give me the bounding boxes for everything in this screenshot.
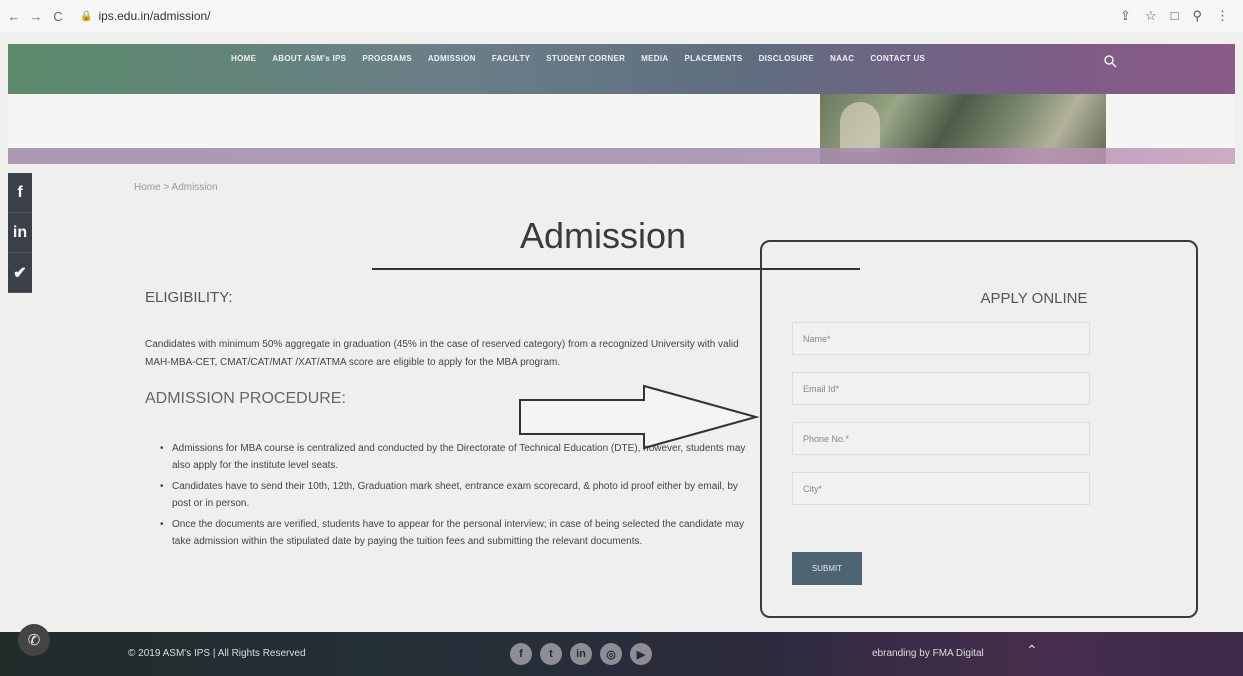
city-field[interactable]: City* bbox=[792, 472, 1090, 505]
form-title: APPLY ONLINE bbox=[980, 290, 1088, 307]
linkedin-icon[interactable]: in bbox=[570, 643, 592, 665]
reload-icon[interactable]: C bbox=[50, 9, 66, 24]
submit-button[interactable]: SUBMIT bbox=[792, 552, 862, 585]
email-field[interactable]: Email Id* bbox=[792, 372, 1090, 405]
procedure-list: Admissions for MBA course is centralized… bbox=[160, 440, 750, 554]
nav-item-naac[interactable]: NAAC bbox=[822, 54, 862, 63]
breadcrumb[interactable]: Home > Admission bbox=[134, 182, 218, 193]
procedure-heading: ADMISSION PROCEDURE: bbox=[145, 390, 346, 407]
bookmark-star-icon[interactable]: ☆ bbox=[1145, 8, 1157, 24]
main-nav: HOME ABOUT ASM's IPS PROGRAMS ADMISSION … bbox=[223, 54, 933, 63]
page-title: Admission bbox=[520, 215, 687, 256]
nav-item-disclosure[interactable]: DISCLOSURE bbox=[751, 54, 822, 63]
share-icon[interactable]: ⇪ bbox=[1120, 8, 1131, 24]
nav-item-contact[interactable]: CONTACT US bbox=[862, 54, 933, 63]
list-item: Once the documents are verified, student… bbox=[160, 516, 750, 550]
hero-banner bbox=[8, 94, 1235, 164]
facebook-icon[interactable]: f bbox=[510, 643, 532, 665]
site-header: HOME ABOUT ASM's IPS PROGRAMS ADMISSION … bbox=[8, 44, 1235, 94]
arrow-annotation-icon bbox=[519, 384, 760, 450]
nav-item-admission[interactable]: ADMISSION bbox=[420, 54, 484, 63]
nav-item-faculty[interactable]: FACULTY bbox=[484, 54, 538, 63]
whatsapp-icon[interactable]: ✆ bbox=[18, 624, 50, 656]
eligibility-heading: ELIGIBILITY: bbox=[145, 289, 233, 306]
footer-social: f t in ◎ ▶ bbox=[510, 643, 652, 665]
twitter-icon[interactable]: t bbox=[540, 643, 562, 665]
name-field[interactable]: Name* bbox=[792, 322, 1090, 355]
menu-icon[interactable]: ⋮ bbox=[1216, 8, 1229, 24]
eligibility-text: Candidates with minimum 50% aggregate in… bbox=[145, 339, 739, 368]
social-sidebar: f in ✔ bbox=[8, 173, 32, 293]
browser-actions: ⇪ ☆ □ ⚲ ⋮ bbox=[1120, 8, 1229, 24]
facebook-icon[interactable]: f bbox=[8, 173, 32, 213]
phone-field[interactable]: Phone No.* bbox=[792, 422, 1090, 455]
sidebar-icon[interactable]: □ bbox=[1171, 8, 1179, 24]
profile-icon[interactable]: ⚲ bbox=[1192, 8, 1202, 24]
copyright-text: © 2019 ASM's IPS | All Rights Reserved bbox=[128, 648, 306, 659]
nav-item-placements[interactable]: PLACEMENTS bbox=[676, 54, 750, 63]
search-icon[interactable] bbox=[1103, 54, 1117, 68]
instagram-icon[interactable]: ◎ bbox=[600, 643, 622, 665]
nav-item-home[interactable]: HOME bbox=[223, 54, 264, 63]
back-icon[interactable]: ← bbox=[6, 9, 22, 24]
browser-toolbar: ← → C 🔒 ips.edu.in/admission/ ⇪ ☆ □ ⚲ ⋮ bbox=[0, 0, 1243, 32]
forward-icon[interactable]: → bbox=[28, 9, 44, 24]
nav-item-media[interactable]: MEDIA bbox=[633, 54, 676, 63]
branding-link[interactable]: ebranding by FMA Digital bbox=[872, 648, 984, 659]
scroll-top-icon[interactable]: ⌃ bbox=[1026, 642, 1038, 659]
linkedin-icon[interactable]: in bbox=[8, 213, 32, 253]
nav-item-programs[interactable]: PROGRAMS bbox=[354, 54, 420, 63]
nav-item-about[interactable]: ABOUT ASM's IPS bbox=[264, 54, 354, 63]
apply-online-form: APPLY ONLINE Name* Email Id* Phone No.* … bbox=[760, 240, 1198, 618]
banner-stripe bbox=[8, 148, 1235, 164]
list-item: Candidates have to send their 10th, 12th… bbox=[160, 478, 750, 512]
lock-icon: 🔒 bbox=[80, 10, 93, 22]
address-bar[interactable]: ips.edu.in/admission/ bbox=[98, 9, 210, 23]
youtube-icon[interactable]: ▶ bbox=[630, 643, 652, 665]
site-footer: © 2019 ASM's IPS | All Rights Reserved f… bbox=[0, 632, 1243, 676]
nav-item-student-corner[interactable]: STUDENT CORNER bbox=[538, 54, 633, 63]
twitter-icon[interactable]: ✔ bbox=[8, 253, 32, 293]
